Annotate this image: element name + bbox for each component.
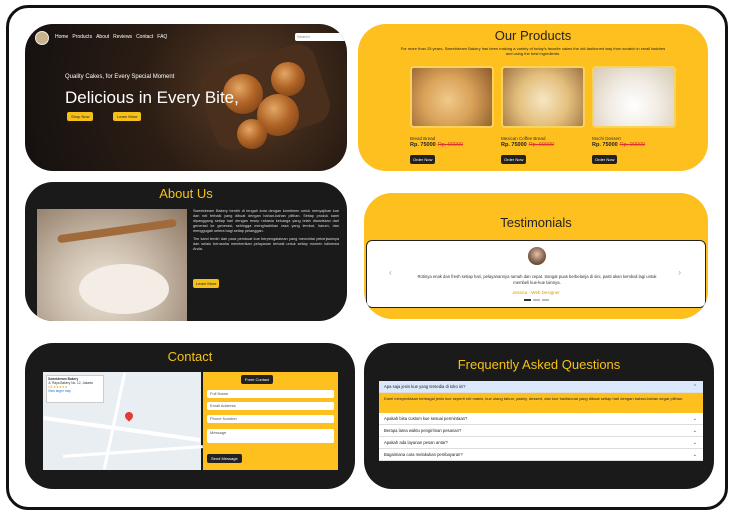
- product-card: Mexican Coffee Bread Rp. 75000 Rp. 90000 …: [501, 66, 585, 166]
- bread-image: [271, 62, 305, 96]
- faq-question[interactable]: Apakah ada layanan pesan antar? ⌄: [379, 437, 703, 449]
- faq-question[interactable]: Bagaimana cara melakukan pembayaran? ⌄: [379, 449, 703, 461]
- hero-section: Home Products About Reviews Contact FAQ …: [25, 24, 347, 171]
- contact-title: Contact: [167, 349, 213, 364]
- carousel-prev-icon[interactable]: ‹: [389, 268, 392, 277]
- send-message-button[interactable]: Send Message: [207, 454, 242, 463]
- map-embed[interactable]: Sweetdream Bakery Jl. Raya Bakery No. 12…: [43, 372, 203, 470]
- testimonial-quote: Rotinya enak dan fresh setiap hari, pela…: [417, 274, 657, 285]
- nav-link-reviews[interactable]: Reviews: [113, 34, 132, 40]
- form-title: Form Contact: [241, 375, 274, 384]
- map-info-card: Sweetdream Bakery Jl. Raya Bakery No. 12…: [46, 375, 104, 403]
- product-name: Bread Bread: [410, 136, 436, 141]
- baking-photo: [37, 209, 187, 321]
- product-price: Rp. 75000 Rp. 90000: [410, 142, 464, 148]
- about-paragraph: Tim kami terdiri dari para pembuat kue b…: [193, 237, 339, 251]
- products-section: Our Products For more than 25 years, Swe…: [358, 24, 708, 171]
- search-input[interactable]: Search: [295, 33, 347, 41]
- learn-more-button[interactable]: Learn More: [113, 112, 142, 121]
- dough-image: [79, 264, 169, 314]
- order-now-button[interactable]: Order Now: [501, 155, 527, 164]
- email-field[interactable]: Email Address: [207, 402, 334, 410]
- product-image[interactable]: [410, 66, 494, 128]
- rolling-pin-image: [57, 218, 177, 244]
- name-field[interactable]: Full Name: [207, 390, 334, 398]
- product-image[interactable]: [592, 66, 676, 128]
- chevron-up-icon: ⌃: [692, 384, 697, 390]
- navbar: Home Products About Reviews Contact FAQ …: [25, 28, 347, 45]
- nav-links: Home Products About Reviews Contact FAQ: [55, 34, 167, 40]
- hero-headline: Delicious in Every Bite,: [65, 88, 239, 107]
- nav-link-products[interactable]: Products: [72, 34, 92, 40]
- carousel-next-icon[interactable]: ›: [678, 268, 681, 277]
- map-larger-link[interactable]: View larger map: [48, 389, 102, 393]
- testimonials-title: Testimonials: [500, 215, 572, 230]
- carousel-dot[interactable]: [533, 299, 540, 301]
- faq-question[interactable]: Apa saja jenis kue yang tersedia di toko…: [379, 381, 703, 393]
- chevron-down-icon: ⌄: [692, 440, 697, 446]
- faq-answer: Kami menyediakan berbagai jenis kue sepe…: [379, 393, 703, 413]
- nav-link-about[interactable]: About: [96, 34, 109, 40]
- bread-image: [237, 119, 267, 149]
- testimonials-section: Testimonials ‹ › Rotinya enak dan fresh …: [364, 193, 708, 319]
- product-old-price: Rp. 90000: [619, 142, 646, 148]
- product-price: Rp. 75000 Rp. 90000: [501, 142, 555, 148]
- testimonial-carousel: ‹ › Rotinya enak dan fresh setiap hari, …: [366, 240, 706, 308]
- message-field[interactable]: Message: [207, 429, 334, 443]
- avatar: [528, 247, 546, 265]
- nav-link-contact[interactable]: Contact: [136, 34, 153, 40]
- contact-form: Form Contact Full Name Email Address Pho…: [203, 372, 338, 470]
- product-card: Bread Bread Rp. 75000 Rp. 90000 Order Now: [410, 66, 494, 166]
- about-section: About Us Sweetdream Bakery berdiri di te…: [25, 182, 347, 321]
- map-pin-icon: [123, 410, 135, 422]
- about-paragraph: Sweetdream Bakery berdiri di tengah kota…: [193, 209, 339, 233]
- chevron-down-icon: ⌄: [692, 428, 697, 434]
- products-title: Our Products: [494, 28, 572, 43]
- faq-title: Frequently Asked Questions: [457, 357, 621, 372]
- testimonial-author: Jessica - Web Designer: [512, 290, 560, 295]
- carousel-dot[interactable]: [524, 299, 531, 301]
- order-now-button[interactable]: Order Now: [592, 155, 618, 164]
- product-name: Mexican Coffee Bread: [501, 136, 546, 141]
- about-learn-more-button[interactable]: Learn More: [193, 279, 220, 288]
- about-text: Sweetdream Bakery berdiri di tengah kota…: [193, 209, 339, 252]
- carousel-indicators: [524, 299, 549, 301]
- chevron-down-icon: ⌄: [692, 452, 697, 458]
- product-old-price: Rp. 90000: [437, 142, 464, 148]
- product-image[interactable]: [501, 66, 585, 128]
- order-now-button[interactable]: Order Now: [410, 155, 436, 164]
- chevron-down-icon: ⌄: [692, 416, 697, 422]
- contact-section: Contact Sweetdream Bakery Jl. Raya Baker…: [25, 343, 355, 489]
- product-name: Mochi Dessert: [592, 136, 621, 141]
- product-card: Mochi Dessert Rp. 75000 Rp. 90000 Order N…: [592, 66, 676, 166]
- nav-link-home[interactable]: Home: [55, 34, 68, 40]
- phone-field[interactable]: Phone Number: [207, 415, 334, 423]
- shop-now-button[interactable]: Shop Now: [67, 112, 94, 121]
- hero-tagline: Quality Cakes, for Every Special Moment: [65, 74, 175, 80]
- product-old-price: Rp. 90000: [528, 142, 555, 148]
- about-title: About Us: [159, 186, 213, 201]
- products-description: For more than 25 years, Sweetdream Baker…: [400, 46, 666, 56]
- faq-question[interactable]: Berapa lama waktu pengiriman pesanan? ⌄: [379, 425, 703, 437]
- logo-icon[interactable]: [35, 31, 49, 45]
- nav-link-faq[interactable]: FAQ: [157, 34, 167, 40]
- faq-section: Frequently Asked Questions Apa saja jeni…: [364, 343, 714, 489]
- faq-question[interactable]: Apakah bisa custom kue sesuai permintaan…: [379, 413, 703, 425]
- carousel-dot[interactable]: [542, 299, 549, 301]
- faq-accordion: Apa saja jenis kue yang tersedia di toko…: [379, 381, 703, 461]
- product-price: Rp. 75000 Rp. 90000: [592, 142, 646, 148]
